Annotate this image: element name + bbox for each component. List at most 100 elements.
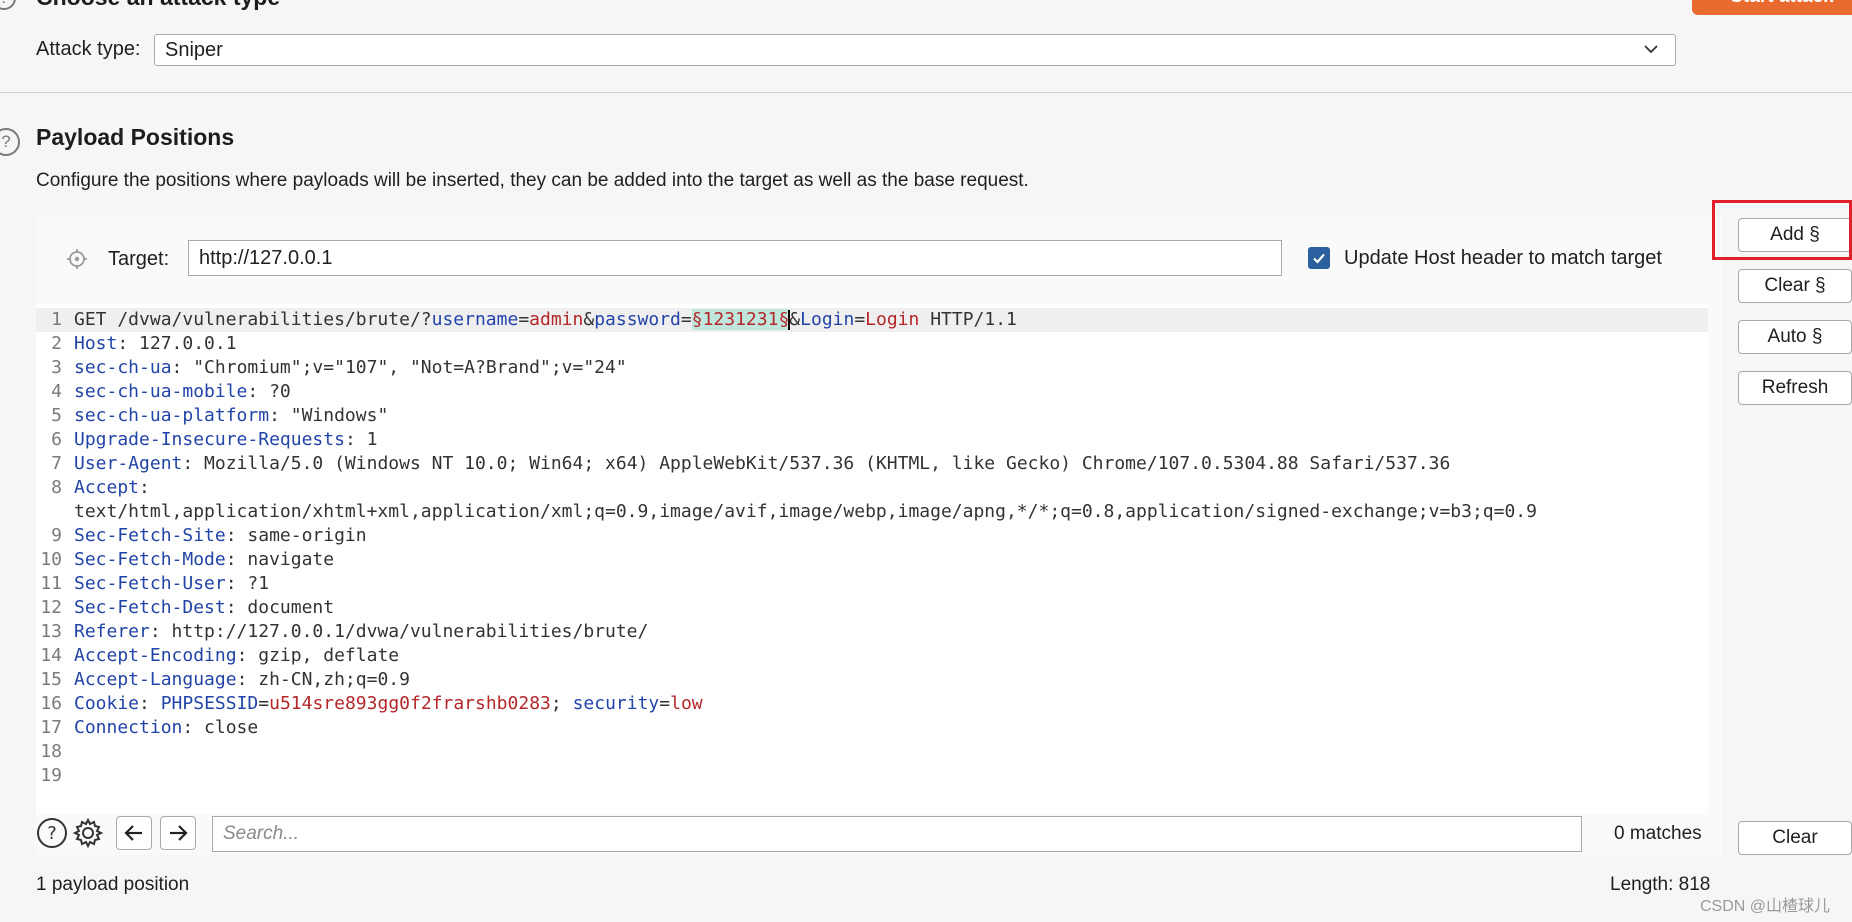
header-name: Cookie (74, 693, 140, 714)
code-token: : http://127.0.0.1/dvwa/vulnerabilities/… (149, 621, 649, 642)
line-number: 3 (51, 357, 62, 378)
request-line[interactable]: 18 (36, 740, 1708, 764)
code-token: : ?1 (225, 573, 270, 594)
request-line[interactable]: 15 Accept-Language: zh-CN,zh;q=0.9 (36, 668, 1708, 692)
clear-search-button[interactable]: Clear (1738, 821, 1852, 855)
request-line[interactable]: text/html,application/xhtml+xml,applicat… (36, 500, 1708, 524)
help-icon[interactable]: ? (34, 816, 70, 850)
code-token: ; (550, 693, 573, 714)
request-line[interactable]: 13 Referer: http://127.0.0.1/dvwa/vulnera… (36, 620, 1708, 644)
request-line[interactable]: 9 Sec-Fetch-Site: same-origin (36, 524, 1708, 548)
line-number: 9 (51, 525, 62, 546)
clear-payload-markers-button[interactable]: Clear § (1738, 269, 1852, 303)
request-line[interactable]: 2 Host: 127.0.0.1 (36, 332, 1708, 356)
code-token: & (583, 309, 595, 330)
header-name: Sec-Fetch-User (74, 573, 226, 594)
payload-position-count: 1 payload position (36, 874, 190, 895)
code-token: : close (182, 717, 259, 738)
arrow-left-icon (124, 825, 142, 841)
header-name: Accept (74, 477, 140, 498)
header-name: Referer (74, 621, 150, 642)
arrow-right-icon (170, 825, 188, 841)
line-code: Sec-Fetch-User: ?1 (74, 572, 269, 596)
line-number: 10 (40, 549, 62, 570)
line-code: sec-ch-ua-mobile: ?0 (74, 380, 291, 404)
line-code: Sec-Fetch-Mode: navigate (74, 548, 334, 572)
code-token: : 127.0.0.1 (117, 333, 237, 354)
request-line[interactable]: 10 Sec-Fetch-Mode: navigate (36, 548, 1708, 572)
payload-positions-description: Configure the positions where payloads w… (36, 170, 1029, 191)
code-token: HTTP/1.1 (919, 309, 1017, 330)
line-code: Cookie: PHPSESSID=u514sre893gg0f2frarshb… (74, 692, 703, 716)
code-token: password (594, 309, 681, 330)
code-token: : "Chromium";v="107", "Not=A?Brand";v="2… (171, 357, 627, 378)
line-code: Accept-Language: zh-CN,zh;q=0.9 (74, 668, 410, 692)
auto-payload-markers-button[interactable]: Auto § (1738, 320, 1852, 354)
crosshair-icon[interactable] (66, 248, 88, 270)
line-number: 12 (40, 597, 62, 618)
svg-text:?: ? (47, 823, 57, 844)
request-line[interactable]: 6 Upgrade-Insecure-Requests: 1 (36, 428, 1708, 452)
attack-type-select[interactable]: Sniper (154, 34, 1676, 66)
request-line[interactable]: 19 (36, 764, 1708, 788)
request-line[interactable]: 17 Connection: close (36, 716, 1708, 740)
request-line[interactable]: 12 Sec-Fetch-Dest: document (36, 596, 1708, 620)
code-token: : zh-CN,zh;q=0.9 (236, 669, 410, 690)
line-code: Referer: http://127.0.0.1/dvwa/vulnerabi… (74, 620, 648, 644)
gear-icon[interactable] (70, 816, 106, 850)
code-token: PHPSESSID (160, 693, 259, 714)
line-code: Host: 127.0.0.1 (74, 332, 237, 356)
header-name: Upgrade-Insecure-Requests (74, 429, 345, 450)
request-line[interactable]: 16 Cookie: PHPSESSID=u514sre893gg0f2frars… (36, 692, 1708, 716)
line-number: 16 (40, 693, 62, 714)
code-token: = (854, 309, 866, 330)
help-icon[interactable]: ? (0, 128, 20, 156)
request-line[interactable]: 3 sec-ch-ua: "Chromium";v="107", "Not=A?B… (36, 356, 1708, 380)
code-token: & (789, 309, 801, 330)
header-name: sec-ch-ua-mobile (74, 381, 248, 402)
update-host-checkbox[interactable] (1308, 247, 1330, 269)
request-line[interactable]: 8 Accept: (36, 476, 1708, 500)
header-name: Sec-Fetch-Mode (74, 549, 226, 570)
help-icon[interactable]: ? (0, 0, 16, 10)
refresh-button[interactable]: Refresh (1738, 371, 1852, 405)
request-line[interactable]: 4 sec-ch-ua-mobile: ?0 (36, 380, 1708, 404)
line-number: 4 (51, 381, 62, 402)
line-code: sec-ch-ua-platform: "Windows" (74, 404, 388, 428)
code-token: : Mozilla/5.0 (Windows NT 10.0; Win64; x… (182, 453, 1451, 474)
request-editor[interactable]: 1 GET /dvwa/vulnerabilities/brute/?userna… (36, 304, 1708, 814)
search-previous-button[interactable] (116, 816, 152, 850)
search-input[interactable]: Search... (212, 816, 1582, 852)
code-token: : navigate (225, 549, 335, 570)
line-code: sec-ch-ua: "Chromium";v="107", "Not=A?Br… (74, 356, 627, 380)
code-token: : gzip, deflate (236, 645, 400, 666)
request-line[interactable]: 5 sec-ch-ua-platform: "Windows" (36, 404, 1708, 428)
header-name: User-Agent (74, 453, 183, 474)
line-code: Sec-Fetch-Dest: document (74, 596, 334, 620)
line-number: 6 (51, 429, 62, 450)
request-line[interactable]: 7 User-Agent: Mozilla/5.0 (Windows NT 10.… (36, 452, 1708, 476)
header-name: Accept-Encoding (74, 645, 237, 666)
code-token: : (139, 693, 161, 714)
code-token: : document (225, 597, 335, 618)
code-token: Login (865, 309, 920, 330)
line-code: Accept: (74, 476, 150, 500)
line-number: 7 (51, 453, 62, 474)
search-next-button[interactable] (160, 816, 196, 850)
header-name: Sec-Fetch-Site (74, 525, 226, 546)
code-token: GET /dvwa/vulnerabilities/brute/? (74, 309, 432, 330)
line-code: Upgrade-Insecure-Requests: 1 (74, 428, 377, 452)
line-number: 2 (51, 333, 62, 354)
request-line[interactable]: 1 GET /dvwa/vulnerabilities/brute/?userna… (36, 308, 1708, 332)
check-icon (1313, 253, 1325, 264)
target-input[interactable]: http://127.0.0.1 (188, 240, 1282, 276)
watermark: CSDN @山楂球儿 (1700, 898, 1831, 915)
attack-type-label: Attack type: (36, 38, 141, 60)
request-line[interactable]: 14 Accept-Encoding: gzip, deflate (36, 644, 1708, 668)
code-token: = (258, 693, 270, 714)
line-number: 19 (40, 765, 62, 786)
start-attack-button[interactable]: Start attack (1692, 0, 1852, 15)
request-line[interactable]: 11 Sec-Fetch-User: ?1 (36, 572, 1708, 596)
request-length: Length: 818 (1610, 874, 1711, 895)
search-match-count: 0 matches (1614, 823, 1702, 844)
